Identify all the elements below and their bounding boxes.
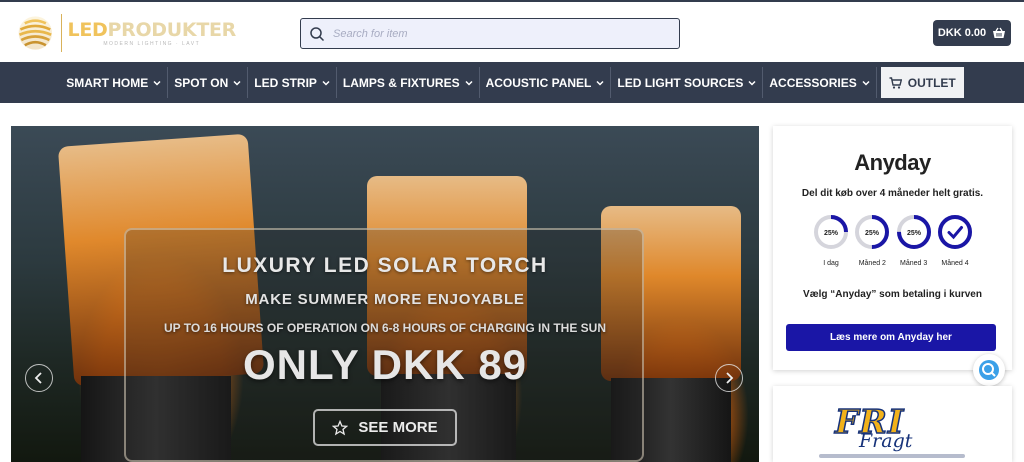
nav-item-led-light-sources[interactable]: LED LIGHT SOURCES (611, 67, 764, 98)
slider-prev-button[interactable] (25, 364, 53, 392)
anyday-step: 25% Måned 2 (854, 214, 890, 267)
chevron-down-icon (233, 80, 241, 86)
chevron-down-icon (596, 80, 604, 86)
anyday-tagline: Del dit køb over 4 måneder helt gratis. (801, 188, 984, 199)
search-input[interactable] (333, 27, 663, 40)
step-percent: 25% (865, 230, 880, 237)
step-label: Måned 3 (900, 260, 928, 267)
star-icon (332, 419, 349, 435)
search-box[interactable] (300, 18, 680, 49)
nav-item-label: ACCESSORIES (769, 75, 857, 90)
chevron-down-icon (322, 80, 330, 86)
chevron-down-icon (748, 80, 756, 86)
nav-item-smart-home[interactable]: SMART HOME (60, 67, 169, 98)
step-percent: 25% (824, 230, 839, 237)
site-logo[interactable]: LEDPRODUKTER MODERN LIGHTING · LAVT (16, 10, 236, 56)
site-header: LEDPRODUKTER MODERN LIGHTING · LAVT DKK … (0, 0, 1024, 62)
anyday-read-more-button[interactable]: Læs mere om Anyday her (786, 324, 996, 351)
nav-item-label: LAMPS & FIXTURES (342, 75, 460, 90)
hero-price: ONLY DKK 89 (242, 341, 528, 388)
see-more-label: SEE MORE (358, 419, 438, 436)
logo-name-main: PRODUKTER (107, 19, 236, 41)
logo-tagline: MODERN LIGHTING · LAVT (103, 41, 201, 47)
basket-icon (993, 27, 1006, 38)
logo-name: LEDPRODUKTER (67, 19, 237, 41)
slider-next-button[interactable] (715, 364, 743, 392)
nav-item-spot-on[interactable]: SPOT ON (168, 67, 249, 98)
anyday-step: 25% Måned 3 (896, 214, 932, 267)
hero-subheadline: MAKE SUMMER MORE ENJOYABLE (245, 291, 525, 308)
step-label: Måned 2 (858, 260, 886, 267)
chevron-right-icon (726, 372, 734, 384)
nav-item-label: LED LIGHT SOURCES (617, 75, 744, 90)
nav-item-label: SPOT ON (174, 75, 229, 90)
check-icon (947, 226, 963, 240)
cart-total: DKK 0.00 (937, 27, 987, 39)
chevron-down-icon (153, 80, 161, 86)
nav-item-label: LED STRIP (254, 75, 317, 90)
nav-item-lamps-fixtures[interactable]: LAMPS & FIXTURES (337, 67, 480, 98)
progress-ring-icon: 25% (896, 215, 931, 249)
hero-detail: UP TO 16 HOURS OF OPERATION ON 6-8 HOURS… (163, 321, 607, 335)
hero-slider[interactable]: LUXURY LED SOLAR TORCH MAKE SUMMER MORE … (11, 126, 759, 462)
nav-item-label: OUTLET (907, 75, 956, 90)
free-shipping-underline (819, 454, 965, 458)
anyday-logo: Anyday (854, 150, 931, 175)
progress-ring-icon: 25% (855, 215, 890, 249)
nav-item-outlet[interactable]: OUTLET (880, 67, 964, 98)
chat-widget-button[interactable] (973, 354, 1005, 386)
nav-item-accessories[interactable]: ACCESSORIES (763, 67, 877, 98)
anyday-steps: 25% I dag 25% Måned 2 25% Måned 3 Måned 4 (813, 214, 973, 267)
nav-item-label: SMART HOME (66, 75, 149, 90)
step-label: Måned 4 (941, 260, 969, 267)
chat-icon (979, 360, 999, 380)
anyday-instruction: Vælg “Anyday” som betaling i kurven (803, 289, 982, 300)
search-icon (310, 26, 325, 41)
logo-name-accent: LED (67, 19, 108, 41)
chevron-down-icon (465, 80, 473, 86)
progress-ring-icon: 25% (814, 215, 848, 249)
free-shipping-banner[interactable]: FRI Fragt (773, 386, 1012, 462)
cart-icon (889, 76, 902, 89)
chevron-down-icon (862, 80, 870, 86)
anyday-step: Måned 4 (937, 214, 973, 267)
progress-ring-icon (937, 215, 972, 249)
logo-divider (60, 14, 62, 52)
see-more-button[interactable]: SEE MORE (313, 409, 457, 446)
logo-wordmark: LEDPRODUKTER MODERN LIGHTING · LAVT (67, 19, 237, 47)
free-shipping-script: Fragt (859, 430, 913, 452)
nav-item-label: ACOUSTIC PANEL (485, 75, 592, 90)
chevron-left-icon (34, 372, 42, 384)
cart-button[interactable]: DKK 0.00 (933, 20, 1011, 46)
nav-item-acoustic-panel[interactable]: ACOUSTIC PANEL (480, 67, 612, 98)
hero-headline: LUXURY LED SOLAR TORCH (222, 254, 548, 277)
globe-logo-icon (18, 16, 53, 50)
main-navigation: SMART HOME SPOT ON LED STRIP LAMPS & FIX… (0, 62, 1024, 103)
anyday-widget: Anyday Del dit køb over 4 måneder helt g… (773, 126, 1012, 370)
anyday-step: 25% I dag (813, 214, 849, 267)
nav-item-led-strip[interactable]: LED STRIP (248, 67, 337, 98)
step-label: I dag (823, 260, 839, 267)
step-percent: 25% (907, 230, 922, 237)
